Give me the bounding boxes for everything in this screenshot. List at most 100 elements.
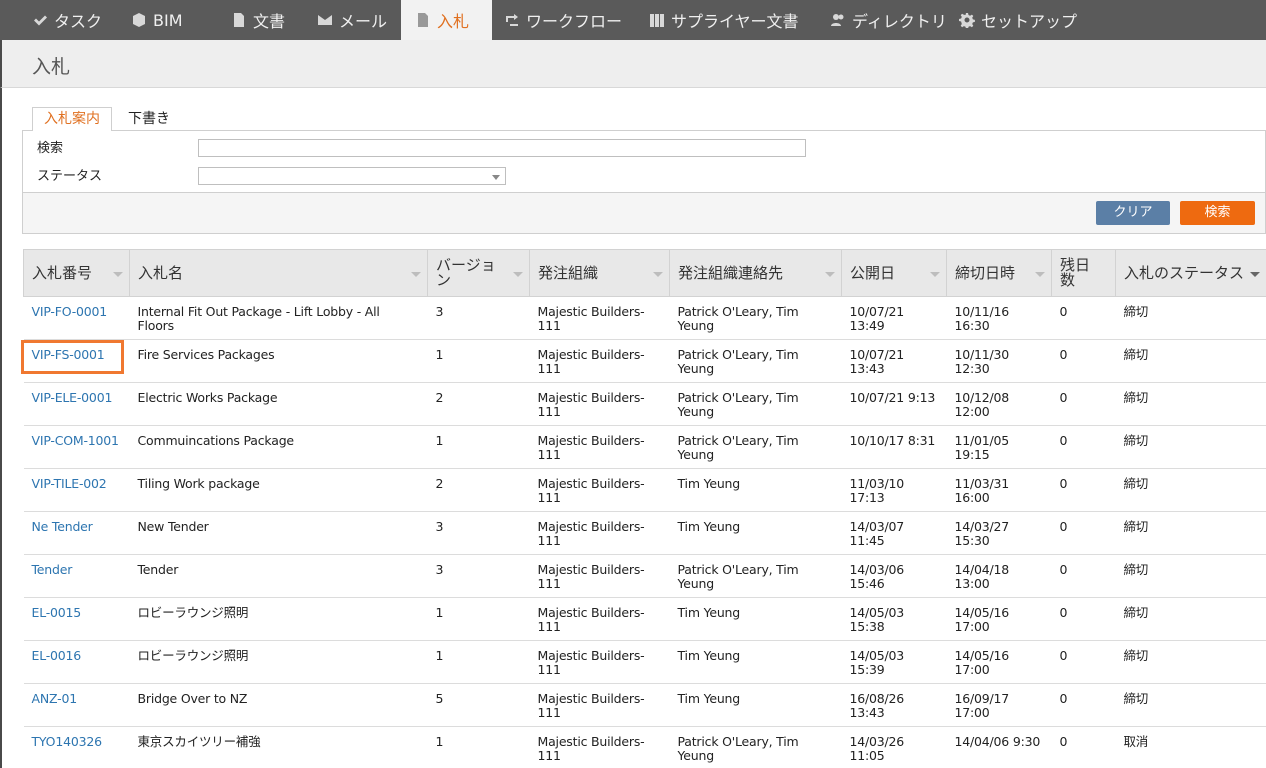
- sort-icon: [930, 272, 940, 277]
- table-cell: 14/03/06 15:46: [841, 554, 947, 598]
- col-header-organization[interactable]: 発注組織: [529, 249, 670, 297]
- status-select[interactable]: [198, 167, 506, 185]
- nav-item-tasks[interactable]: タスク: [0, 0, 113, 40]
- col-header-tender-name[interactable]: 入札名: [129, 249, 428, 297]
- col-header-published[interactable]: 公開日: [841, 249, 947, 297]
- tender-number-link[interactable]: TYO140326: [23, 726, 130, 768]
- table-cell: 11/03/10 17:13: [841, 468, 947, 512]
- table-cell: 14/04/18 13:00: [946, 554, 1052, 598]
- table-cell: Majestic Builders-111: [529, 597, 670, 641]
- sort-icon: [1035, 272, 1045, 277]
- table-cell: 締切: [1115, 468, 1266, 512]
- col-header-contact[interactable]: 発注組織連絡先: [669, 249, 842, 297]
- table-row[interactable]: EL-0015 ロビーラウンジ照明 1 Majestic Builders-111 Ti…: [23, 597, 1266, 641]
- table-cell: Majestic Builders-111: [529, 554, 670, 598]
- table-row[interactable]: Tender Tender 3 Majestic Builders-111 Patric…: [23, 554, 1266, 598]
- table-cell: Fire Services Packages: [129, 339, 428, 383]
- table-row[interactable]: TYO140326 東京スカイツリー補強 1 Majestic Builders-11…: [23, 726, 1266, 768]
- table-cell: 2: [427, 382, 530, 426]
- tender-number-link[interactable]: EL-0015: [23, 597, 130, 641]
- table-cell: 10/12/08 12:00: [946, 382, 1052, 426]
- table-cell: 14/05/03 15:38: [841, 597, 947, 641]
- clear-button[interactable]: クリア: [1096, 201, 1170, 225]
- tender-number-link[interactable]: VIP-ELE-0001: [23, 382, 130, 426]
- table-header-row: 入札番号 入札名 バージョン 発注組織 発注組織連絡先 公開日 締切日時 残日数…: [23, 249, 1266, 297]
- table-cell: Tim Yeung: [669, 640, 842, 684]
- table-cell: 締切: [1115, 425, 1266, 469]
- nav-item-documents[interactable]: 文書: [210, 0, 299, 40]
- tender-number-link[interactable]: Ne Tender: [23, 511, 130, 555]
- nav-item-supplier-docs[interactable]: サプライヤー文書: [637, 0, 818, 40]
- table-cell: Majestic Builders-111: [529, 640, 670, 684]
- table-cell: 10/07/21 9:13: [841, 382, 947, 426]
- table-cell: 0: [1051, 339, 1116, 383]
- table-row[interactable]: EL-0016 ロビーラウンジ照明 1 Majestic Builders-111 Ti…: [23, 640, 1266, 684]
- page-header: 入札: [0, 40, 1266, 88]
- table-cell: 1: [427, 640, 530, 684]
- nav-item-mail[interactable]: メール: [299, 0, 401, 40]
- nav-item-directory[interactable]: ディレクトリ: [818, 0, 951, 40]
- table-cell: ロビーラウンジ照明: [129, 640, 428, 684]
- page-title: 入札: [32, 56, 71, 78]
- table-row[interactable]: Ne Tender New Tender 3 Majestic Builders-11…: [23, 511, 1266, 555]
- tender-number-link[interactable]: VIP-COM-1001: [23, 425, 130, 469]
- table-cell: 14/05/03 15:39: [841, 640, 947, 684]
- tender-number-link[interactable]: Tender: [23, 554, 130, 598]
- table-cell: 14/03/27 15:30: [946, 511, 1052, 555]
- check-icon: [32, 12, 48, 28]
- table-cell: 14/03/26 11:05: [841, 726, 947, 768]
- col-header-days-left[interactable]: 残日数: [1051, 249, 1116, 297]
- table-cell: 11/01/05 19:15: [946, 425, 1052, 469]
- table-cell: 取消: [1115, 726, 1266, 768]
- table-cell: Majestic Builders-111: [529, 726, 670, 768]
- table-cell: Tim Yeung: [669, 597, 842, 641]
- table-cell: 16/09/17 17:00: [946, 683, 1052, 727]
- table-cell: 0: [1051, 554, 1116, 598]
- tender-number-link[interactable]: EL-0016: [23, 640, 130, 684]
- table-cell: Majestic Builders-111: [529, 683, 670, 727]
- tab-tender-invitations[interactable]: 入札案内: [32, 107, 112, 131]
- table-cell: 1: [427, 726, 530, 768]
- table-cell: 14/04/06 9:30: [946, 726, 1052, 768]
- table-cell: 16/08/26 13:43: [841, 683, 947, 727]
- table-cell: 10/11/16 16:30: [946, 296, 1052, 340]
- tender-number-link[interactable]: VIP-TILE-002: [23, 468, 130, 512]
- document-icon: [231, 12, 247, 28]
- col-header-status[interactable]: 入札のステータス: [1115, 249, 1266, 297]
- table-row[interactable]: VIP-FS-0001 Fire Services Packages 1 Majest…: [23, 339, 1266, 383]
- search-input[interactable]: [198, 139, 806, 157]
- table-cell: 14/05/16 17:00: [946, 597, 1052, 641]
- table-cell: Patrick O'Leary, Tim Yeung: [669, 296, 842, 340]
- col-header-tender-number[interactable]: 入札番号: [23, 249, 130, 297]
- tab-drafts[interactable]: 下書き: [128, 107, 170, 131]
- search-fields: 検索 ステータス: [23, 131, 1265, 193]
- table-cell: 5: [427, 683, 530, 727]
- search-label: 検索: [37, 141, 64, 156]
- table-row[interactable]: VIP-FO-0001 Internal Fit Out Package - Li…: [23, 296, 1266, 340]
- col-header-deadline[interactable]: 締切日時: [946, 249, 1052, 297]
- tender-number-link[interactable]: VIP-FO-0001: [23, 296, 130, 340]
- table-cell: Majestic Builders-111: [529, 296, 670, 340]
- left-border: [0, 88, 2, 768]
- table-cell: Majestic Builders-111: [529, 425, 670, 469]
- search-panel: 検索 ステータス クリア 検索: [22, 130, 1266, 234]
- table-row[interactable]: VIP-COM-1001 Commuincations Package 1 Majes…: [23, 425, 1266, 469]
- table-row[interactable]: VIP-TILE-002 Tiling Work package 2 Majestic…: [23, 468, 1266, 512]
- table-row[interactable]: ANZ-01 Bridge Over to NZ 5 Majestic Builder…: [23, 683, 1266, 727]
- nav-item-tender[interactable]: 入札: [401, 0, 492, 40]
- table-cell: 締切: [1115, 511, 1266, 555]
- table-cell: Tender: [129, 554, 428, 598]
- col-header-version[interactable]: バージョン: [427, 249, 530, 297]
- nav-item-workflow[interactable]: ワークフロー: [492, 0, 637, 40]
- nav-item-bim[interactable]: BIM: [113, 0, 210, 40]
- table-cell: 2: [427, 468, 530, 512]
- table-cell: 締切: [1115, 640, 1266, 684]
- table-cell: Internal Fit Out Package - Lift Lobby - …: [129, 296, 428, 340]
- tender-number-link[interactable]: ANZ-01: [23, 683, 130, 727]
- nav-item-setup[interactable]: セットアップ: [951, 0, 1101, 40]
- search-button[interactable]: 検索: [1180, 201, 1255, 225]
- table-cell: Patrick O'Leary, Tim Yeung: [669, 726, 842, 768]
- table-cell: 締切: [1115, 382, 1266, 426]
- table-cell: 10/07/21 13:43: [841, 339, 947, 383]
- table-row[interactable]: VIP-ELE-0001 Electric Works Package 2 Majes…: [23, 382, 1266, 426]
